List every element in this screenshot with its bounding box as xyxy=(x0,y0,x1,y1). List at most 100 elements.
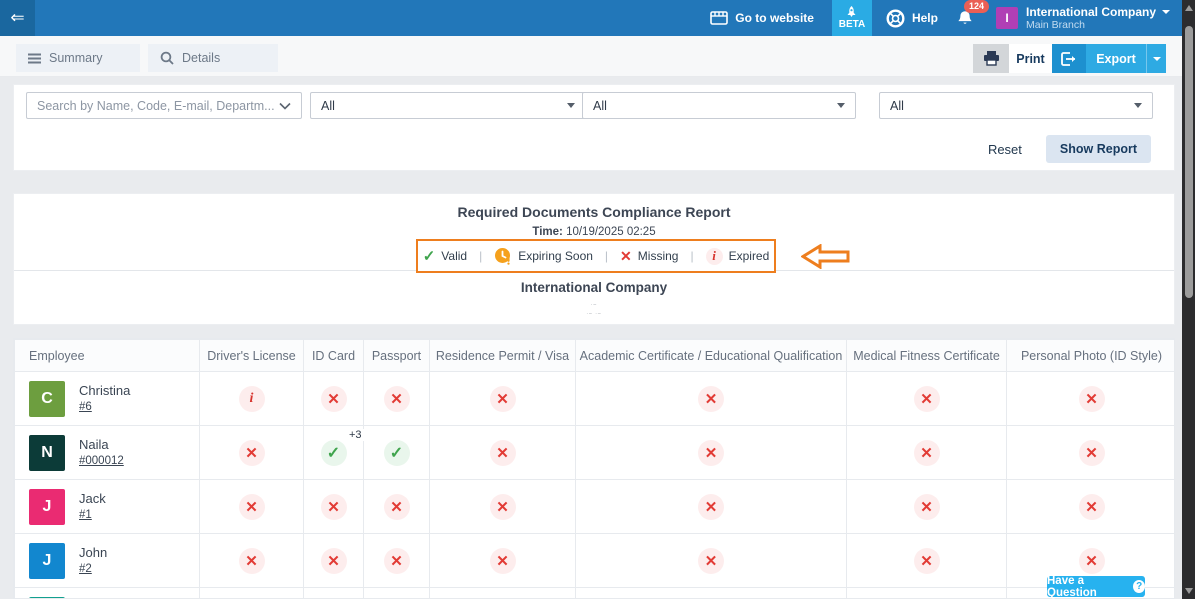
legend-item-missing: ✕ Missing xyxy=(620,248,678,265)
employee-code-link[interactable]: #1 xyxy=(79,508,92,524)
table-header-row: Employee Driver's License ID Card Passpo… xyxy=(15,340,1176,372)
status-icon: ✓ xyxy=(321,440,347,466)
table-row: C Christina #6 i ✕ ✕ ✕ ✕ ✕ ✕ xyxy=(15,372,1176,426)
status-icon: ✕ xyxy=(384,386,410,412)
scroll-up-icon[interactable] xyxy=(1185,5,1193,11)
status-icon: ✕ xyxy=(490,386,516,412)
print-label: Print xyxy=(1009,44,1052,73)
compliance-table-panel: Employee Driver's License ID Card Passpo… xyxy=(13,338,1175,599)
list-icon xyxy=(28,53,41,64)
col-passport: Passport xyxy=(364,340,430,372)
report-time: Time: 10/19/2025 02:25 xyxy=(14,226,1174,238)
status-icon: ✕ xyxy=(1079,548,1105,574)
lifebuoy-icon xyxy=(886,9,905,28)
have-a-question-button[interactable]: Have a Question ? xyxy=(1047,576,1145,597)
export-icon xyxy=(1052,44,1086,73)
employee-cell: C Christina #6 xyxy=(15,381,199,417)
tab-details-label: Details xyxy=(182,51,220,65)
search-placeholder: Search by Name, Code, E-mail, Departm... xyxy=(37,99,279,113)
employee-code-link[interactable]: #000012 xyxy=(79,454,124,470)
status-icon: ✓ xyxy=(384,440,410,466)
chevron-down-icon xyxy=(1162,10,1170,14)
status-cell: ✕ xyxy=(364,480,430,534)
scroll-down-icon[interactable] xyxy=(1185,588,1193,594)
status-icon: ✕ xyxy=(698,440,724,466)
export-dropdown-button[interactable] xyxy=(1146,44,1166,73)
employee-name: Naila xyxy=(79,436,109,454)
employee-code-link[interactable]: #6 xyxy=(79,400,92,416)
employee-name: Jack xyxy=(79,490,106,508)
notifications-button[interactable]: 124 xyxy=(956,9,974,28)
status-cell: ✕ xyxy=(430,372,576,426)
tab-summary-label: Summary xyxy=(49,51,102,65)
beta-tab[interactable]: BETA xyxy=(832,0,872,36)
status-cell: ✕ xyxy=(847,372,1007,426)
employee-search-select[interactable]: Search by Name, Code, E-mail, Departm... xyxy=(26,92,302,119)
valid-check-icon: ✓ xyxy=(423,247,436,265)
status-cell: ✕ xyxy=(576,372,847,426)
expiring-clock-icon xyxy=(494,247,512,265)
branch-name: Main Branch xyxy=(1026,19,1170,32)
printer-icon xyxy=(973,44,1009,73)
avatar: J xyxy=(29,543,65,579)
col-personal-photo: Personal Photo (ID Style) xyxy=(1007,340,1176,372)
status-cell: ✓ xyxy=(364,426,430,480)
chevron-down-icon xyxy=(567,103,575,108)
tab-details[interactable]: Details xyxy=(148,44,278,72)
status-icon: ✕ xyxy=(914,386,940,412)
report-title: Required Documents Compliance Report xyxy=(14,204,1174,220)
status-cell: ✓+3 xyxy=(304,426,364,480)
website-icon xyxy=(710,11,728,25)
collapse-sidebar-button[interactable]: ⇐ xyxy=(0,0,35,36)
top-bar: ⇐ Go to website BETA Help 124 I Internat… xyxy=(0,0,1182,36)
filter-dropdown-2[interactable]: All xyxy=(582,92,856,119)
status-cell: ✕ xyxy=(847,426,1007,480)
company-switcher[interactable]: I International Company Main Branch xyxy=(996,5,1170,32)
legend-separator: | xyxy=(690,249,693,263)
time-label: Time: xyxy=(532,226,562,238)
vertical-scrollbar[interactable] xyxy=(1182,0,1195,599)
notification-count-badge: 124 xyxy=(964,0,989,13)
col-drivers-license: Driver's License xyxy=(200,340,304,372)
employee-code-link[interactable]: #2 xyxy=(79,562,92,578)
question-mark-icon: ? xyxy=(1133,580,1145,593)
export-button[interactable]: Export xyxy=(1052,44,1166,73)
status-icon: ✕ xyxy=(1079,494,1105,520)
beta-label: BETA xyxy=(839,19,865,30)
filter-dropdown-3[interactable]: All xyxy=(879,92,1153,119)
status-cell: ✕ xyxy=(304,372,364,426)
legend-expired-label: Expired xyxy=(729,249,770,263)
table-row xyxy=(15,588,1176,599)
print-button[interactable]: Print xyxy=(973,44,1052,73)
help-button[interactable]: Help xyxy=(886,9,938,28)
status-icon: ✕ xyxy=(698,386,724,412)
scrollbar-thumb[interactable] xyxy=(1185,26,1193,298)
col-residence-permit: Residence Permit / Visa xyxy=(430,340,576,372)
show-report-button[interactable]: Show Report xyxy=(1046,135,1151,163)
status-cell: ✕ xyxy=(200,534,304,588)
go-to-website-label: Go to website xyxy=(735,11,814,25)
status-cell: ✕ xyxy=(576,426,847,480)
status-icon: ✕ xyxy=(321,494,347,520)
status-cell: ✕ xyxy=(430,534,576,588)
status-icon: ✕ xyxy=(914,494,940,520)
filters-panel: Search by Name, Code, E-mail, Departm...… xyxy=(13,84,1175,171)
report-header: Required Documents Compliance Report Tim… xyxy=(13,193,1175,325)
export-label: Export xyxy=(1086,44,1146,73)
chevron-down-icon xyxy=(837,103,845,108)
annotation-arrow-icon xyxy=(801,244,851,269)
go-to-website-button[interactable]: Go to website xyxy=(710,11,814,25)
status-icon: ✕ xyxy=(914,548,940,574)
tab-summary[interactable]: Summary xyxy=(16,44,140,72)
rocket-icon xyxy=(846,6,857,19)
company-info-line: ·– xyxy=(14,302,1174,308)
status-cell: ✕ xyxy=(200,480,304,534)
status-icon: ✕ xyxy=(239,494,265,520)
legend: ✓ Valid | Expiring Soon | ✕ Missing | i … xyxy=(416,239,776,273)
status-cell: i xyxy=(200,372,304,426)
employee-cell: J John #2 xyxy=(15,543,199,579)
legend-item-expiring: Expiring Soon xyxy=(494,247,593,265)
filter-1-value: All xyxy=(321,99,567,113)
filter-dropdown-1[interactable]: All xyxy=(310,92,586,119)
reset-button[interactable]: Reset xyxy=(988,142,1022,157)
